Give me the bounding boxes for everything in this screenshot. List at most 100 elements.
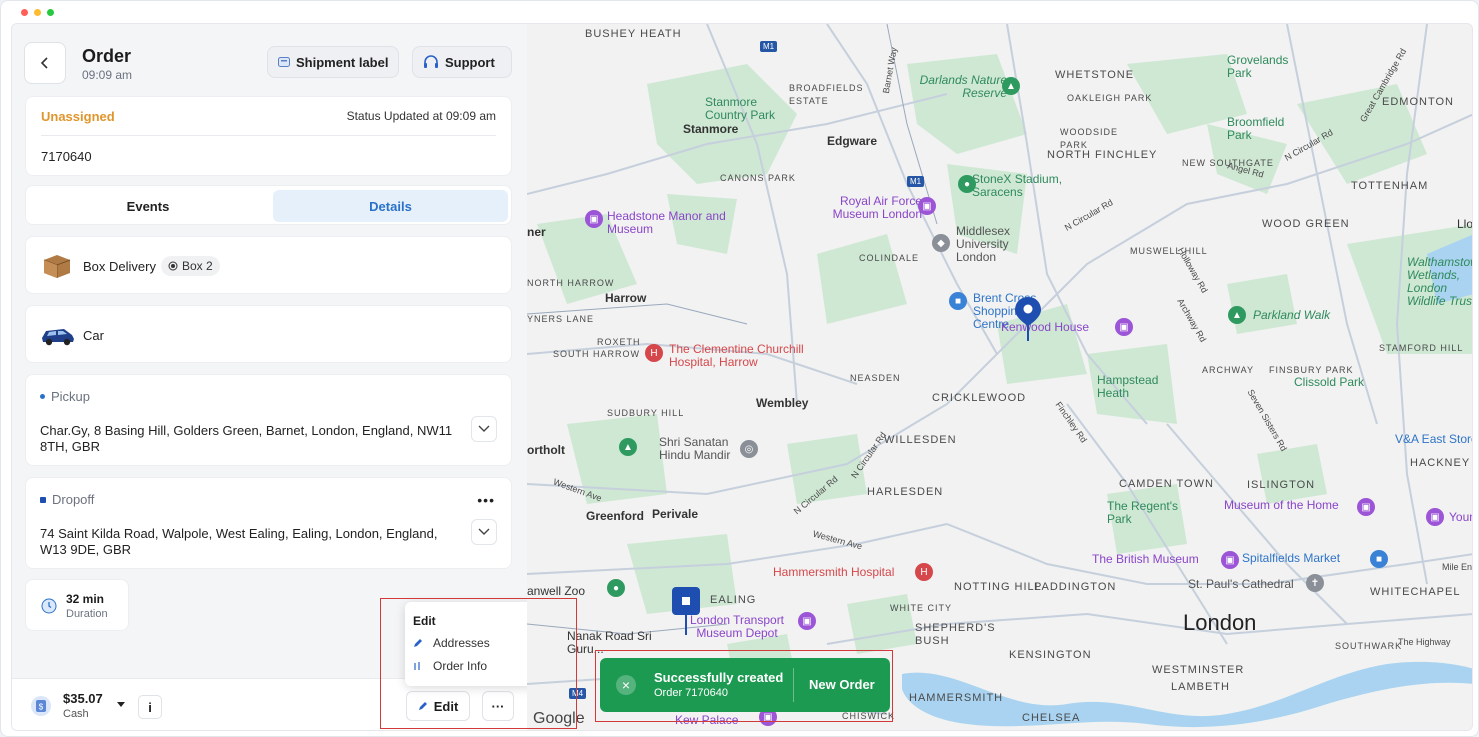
museum-icon-headstone[interactable]: ▣ [585,210,603,228]
payment-method: Cash [63,708,89,720]
app-window: Order 09:09 am Shipment label Support Un… [0,0,1479,737]
map-label-edgware: Edgware [827,134,878,148]
minimize-window-dot[interactable] [34,9,41,16]
temple-icon[interactable]: ▲ [619,438,637,456]
stadium-icon[interactable]: ● [958,175,976,193]
pickup-label: Pickup [40,389,90,404]
park-icon-parkland[interactable]: ▲ [1228,306,1246,324]
map-label-archway: ARCHWAY [1202,365,1254,375]
annotation-box-toast [595,650,893,722]
order-header: Order 09:09 am Shipment label Support [24,42,512,86]
divider [41,135,496,136]
map-label-hanwell: anwell Zoo [527,584,586,598]
info-button[interactable]: i [138,695,162,719]
vehicle-type: Car [83,328,104,343]
museum-icon-transport[interactable]: ▣ [798,612,816,630]
status-updated-time: Status Updated at 09:09 am [346,109,496,123]
map-label-wood-green: WOOD GREEN [1262,218,1350,230]
map-label-camden: CAMDEN TOWN [1119,478,1214,490]
map-label-whitechapel: WHITECHAPEL [1370,586,1461,598]
order-number: 7170640 [41,149,92,164]
map-label-grovelands: Grovelands Park [1227,53,1289,80]
map-label-middlesex: Middlesex University London [956,224,1011,264]
page-title: Order [82,46,132,66]
map-label-westminster: WESTMINSTER [1152,664,1245,676]
museum-icon-british[interactable]: ▣ [1221,551,1239,569]
shopping-icon[interactable]: ■ [949,292,967,310]
hospital-icon[interactable]: H [645,344,663,362]
map-label-south-harrow: SOUTH HARROW [553,349,640,359]
shipment-label-text: Shipment label [296,54,389,70]
tab-details[interactable]: Details [273,190,508,222]
hospital-icon-hammersmith[interactable]: H [915,563,933,581]
price-value: $35.07 [63,691,103,706]
shopping-icon-spitalfields[interactable]: ■ [1370,550,1388,568]
shipment-label-button[interactable]: Shipment label [267,46,400,78]
map-label-stanmore: Stanmore [683,122,739,136]
map-label-bushey-heath: BUSHEY HEATH [585,28,682,40]
status-card: Unassigned Status Updated at 09:09 am 71… [25,96,512,176]
caret-down-icon[interactable] [117,702,125,708]
map-label-sudbury: SUDBURY HILL [607,408,685,418]
dropoff-marker-icon[interactable] [671,586,701,636]
order-app: Order 09:09 am Shipment label Support Un… [11,23,1473,731]
order-time: 09:09 am [82,68,133,82]
map-label-cricklewood: CRICKLEWOOD [932,392,1027,404]
pickup-marker-icon[interactable] [1014,296,1042,342]
map-label-tottenham: TOTTENHAM [1351,180,1429,192]
map-label-museum-home: Museum of the Home [1224,498,1339,512]
close-window-dot[interactable] [21,9,28,16]
map-label-london: London [1183,610,1257,635]
pickup-card: Pickup Char.Gy, 8 Basing Hill, Golders G… [25,374,512,466]
university-icon[interactable]: ◆ [932,234,950,252]
box-size-chip: Box 2 [161,256,220,276]
map-label-northolt: ortholt [527,443,565,457]
m1-shield: M1 [760,41,778,52]
zoo-icon[interactable]: ● [607,579,625,597]
map-label-colindale: COLINDALE [859,253,920,263]
museum-icon[interactable]: ▣ [918,197,936,215]
expand-dropoff-button[interactable] [471,519,497,545]
back-button[interactable] [24,42,66,84]
duration-card: 32 min Duration [25,579,129,631]
park-icon[interactable]: ▲ [1002,77,1020,95]
map-label-chelsea: CHELSEA [1022,712,1081,724]
vehicle-card: Car [25,305,512,363]
m1-shield-2: M1 [907,176,925,187]
map-label-clementine: The Clementine Churchill Hospital, Harro… [669,342,804,369]
map-label-oakleigh: OAKLEIGH PARK [1067,93,1153,103]
headset-icon [424,55,438,68]
temple-icon-shri[interactable]: ◎ [740,440,758,458]
map-label-wembley: Wembley [756,396,809,410]
expand-pickup-button[interactable] [471,416,497,442]
map-label-walthamstow: Walthamstow Wetlands, London Wildlife Tr… [1407,255,1473,308]
map-label-clissold: Clissold Park [1294,375,1365,389]
map-label-stanmore-cp: Stanmore Country Park [705,95,776,122]
museum-icon-kenwood[interactable]: ▣ [1115,318,1133,336]
map-label-shepherds: SHEPHERD'S BUSH [915,622,996,647]
map-label-shri: Shri Sanatan Hindu Mandir [659,435,731,462]
tab-events[interactable]: Events [30,190,266,222]
map-label-ealing: EALING [710,594,757,606]
chevron-down-icon [478,528,490,535]
chevron-left-icon [40,57,48,69]
map-label-white-city: WHITE CITY [890,603,952,613]
map-view[interactable]: BUSHEY HEATH BROADFIELDS ESTATE Stanmore… [527,24,1473,730]
map-label-st-pauls: St. Paul's Cathedral [1188,577,1294,591]
map-label-rayners: YNERS LANE [527,314,595,324]
zoom-window-dot[interactable] [47,9,54,16]
clock-icon [41,598,57,614]
museum-icon-young[interactable]: ▣ [1426,508,1444,526]
map-label-stamford: STAMFORD HILL [1379,343,1464,353]
dropoff-more-button[interactable]: ••• [477,492,495,508]
map-label-highway: The Highway [1398,637,1451,647]
support-button[interactable]: Support [412,46,512,78]
map-label-hackney: HACKNEY [1410,457,1471,469]
museum-icon-home[interactable]: ▣ [1357,498,1375,516]
cathedral-icon[interactable]: ✝ [1306,574,1324,592]
map-label-spitalfields: Spitalfields Market [1242,551,1341,565]
map-label-whetstone: WHETSTONE [1055,69,1135,81]
map-label-broomfield: Broomfield Park [1227,115,1285,142]
tab-bar: Events Details [25,185,512,225]
map-label-young: Youn [1449,510,1472,524]
